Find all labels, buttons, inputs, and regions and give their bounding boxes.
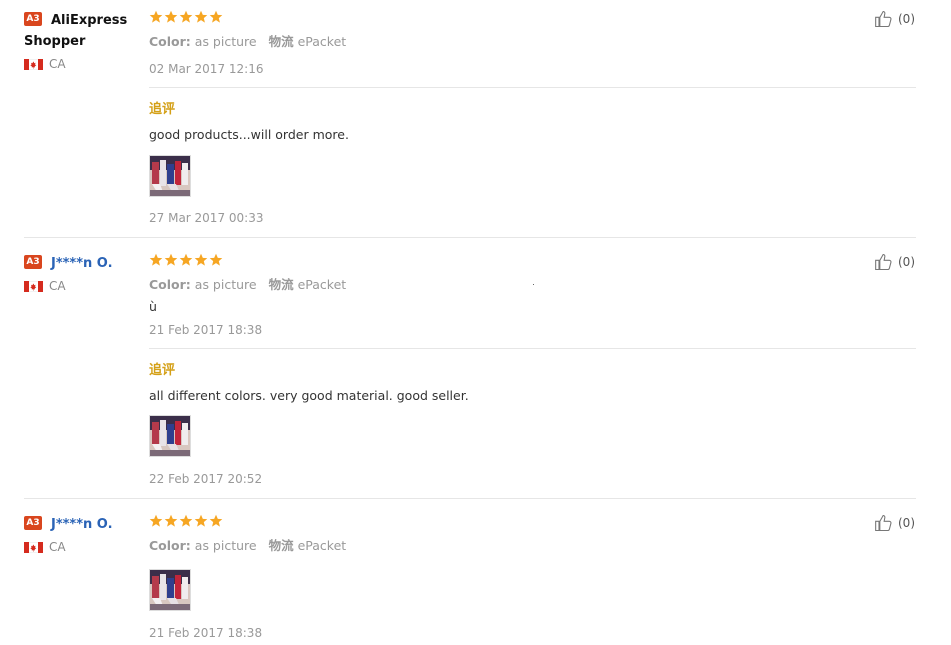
helpful-count: (0) [898,516,915,530]
star-icon [194,253,208,267]
helpful-count: (0) [898,12,915,26]
followup-text: good products...will order more. [149,127,349,142]
buyer-level-badge: A3 [24,254,42,269]
canada-flag-icon [24,281,43,292]
shipping-label: 物流 [268,277,294,292]
review-date: 02 Mar 2017 12:16 [149,62,264,76]
reviewer-country: CA [24,57,139,71]
thumbs-up-icon [872,9,896,29]
helpful-count: (0) [898,255,915,269]
followup-date: 22 Feb 2017 20:52 [149,472,263,486]
country-code: CA [49,57,66,71]
star-icon [209,253,223,267]
star-icon [194,514,208,528]
helpful-button[interactable]: (0) [872,252,915,272]
followup-date: 27 Mar 2017 00:33 [149,211,264,225]
star-icon [149,10,163,24]
star-icon [194,10,208,24]
shipping-value: ePacket [297,34,347,49]
star-icon [164,514,178,528]
buyer-level-badge: A3 [24,11,42,26]
followup-label: 追评 [149,363,176,378]
star-icon [179,253,193,267]
star-icon [149,253,163,267]
review-photo-thumbnail[interactable] [149,569,191,611]
color-label: Color: [149,277,191,292]
stray-dot [533,284,534,285]
color-label: Color: [149,34,191,49]
reviewer-country: CA [24,279,139,293]
reviewer-info: A3 J****n O. CA [24,513,139,554]
review-photo-thumbnail[interactable] [149,155,191,197]
order-attributes: Color: as picture 物流 ePacket [149,274,346,293]
reviewer-name[interactable]: J****n O. [51,517,113,532]
review-content [149,253,916,269]
review-photo-thumbnail[interactable] [149,415,191,457]
divider [149,87,916,88]
followup-label: 追评 [149,102,176,117]
star-icon [179,10,193,24]
review-separator [24,498,916,499]
helpful-button[interactable]: (0) [872,513,915,533]
country-code: CA [49,279,66,293]
review-date: 21 Feb 2017 18:38 [149,626,263,640]
canada-flag-icon [24,542,43,553]
reviewer-info: A3 AliExpress Shopper CA [24,9,139,71]
review-date: 21 Feb 2017 18:38 [149,323,263,337]
color-value: as picture [194,34,257,49]
star-icon [209,514,223,528]
star-icon [164,10,178,24]
color-label: Color: [149,538,191,553]
reviewer-country: CA [24,540,139,554]
review-content [149,10,916,26]
star-icon [164,253,178,267]
reviewer-name[interactable]: J****n O. [51,256,113,271]
shipping-value: ePacket [297,277,347,292]
canada-flag-icon [24,59,43,70]
country-code: CA [49,540,66,554]
shipping-label: 物流 [268,538,294,553]
star-icon [209,10,223,24]
shipping-value: ePacket [297,538,347,553]
thumbs-up-icon [872,513,896,533]
order-attributes: Color: as picture 物流 ePacket [149,31,346,50]
rating-stars [149,10,916,26]
rating-stars [149,514,916,530]
color-value: as picture [194,277,257,292]
divider [149,348,916,349]
star-icon [179,514,193,528]
review-content [149,514,916,530]
reviewer-info: A3 J****n O. CA [24,252,139,293]
review-separator [24,237,916,238]
followup-text: all different colors. very good material… [149,388,469,403]
rating-stars [149,253,916,269]
shipping-label: 物流 [268,34,294,49]
color-value: as picture [194,538,257,553]
star-icon [149,514,163,528]
helpful-button[interactable]: (0) [872,9,915,29]
order-attributes: Color: as picture 物流 ePacket [149,535,346,554]
review-text: ù [149,299,157,314]
buyer-level-badge: A3 [24,515,42,530]
thumbs-up-icon [872,252,896,272]
